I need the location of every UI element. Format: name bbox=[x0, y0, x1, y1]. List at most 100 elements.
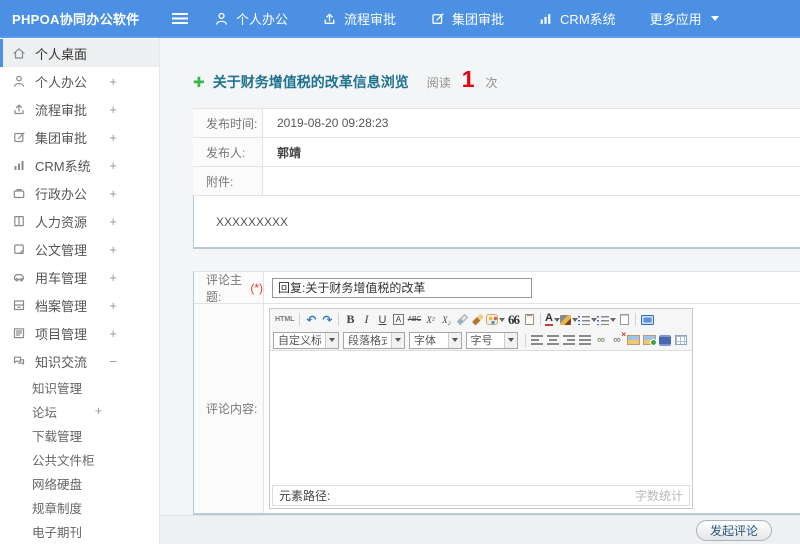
sidebar-item-group-approval[interactable]: 集团审批 + bbox=[0, 123, 159, 151]
paragraph-format-dropdown[interactable]: 段落格式 bbox=[343, 331, 405, 349]
brush-icon bbox=[472, 313, 485, 326]
nav-item-group-approval[interactable]: 集团审批 bbox=[430, 9, 504, 28]
ordered-list-button[interactable] bbox=[578, 312, 598, 328]
align-right-icon bbox=[563, 335, 575, 345]
submit-comment-button[interactable]: 发起评论 bbox=[695, 519, 772, 541]
sidebar-item-label: 流程审批 bbox=[35, 102, 88, 118]
nav-item-crm[interactable]: CRM系统 bbox=[538, 9, 616, 28]
insert-table-button[interactable] bbox=[673, 332, 689, 348]
project-icon bbox=[13, 328, 25, 339]
read-unit: 次 bbox=[485, 76, 498, 90]
unordered-list-button[interactable] bbox=[597, 312, 617, 328]
remove-link-button[interactable] bbox=[609, 330, 626, 348]
html-source-button[interactable]: HTML bbox=[273, 312, 296, 328]
comment-subject-input[interactable] bbox=[272, 277, 532, 298]
marker-icon bbox=[560, 314, 572, 325]
nav-item-personal-office[interactable]: 个人办公 bbox=[214, 9, 288, 28]
highlight-color-button[interactable] bbox=[560, 312, 579, 328]
expand-mark[interactable]: + bbox=[109, 158, 117, 173]
expand-mark[interactable]: + bbox=[109, 130, 117, 145]
emoticon-palette-button[interactable] bbox=[486, 312, 506, 328]
expand-mark[interactable]: + bbox=[109, 102, 117, 117]
format-brush-button[interactable] bbox=[470, 312, 486, 328]
top-nav: 个人办公 流程审批 集团审批 CRM系统 更多应用 bbox=[214, 9, 719, 28]
sidebar-item-label: 项目管理 bbox=[35, 326, 88, 342]
sidebar-subitem-e-journal[interactable]: 电子期刊 bbox=[0, 519, 159, 543]
sidebar-item-knowledge-exchange[interactable]: 知识交流 − bbox=[0, 347, 159, 375]
expand-mark[interactable]: + bbox=[109, 74, 117, 89]
sidebar-item-vehicle-mgmt[interactable]: 用车管理 + bbox=[0, 263, 159, 291]
expand-mark[interactable]: + bbox=[109, 326, 117, 341]
italic-button[interactable]: I bbox=[358, 312, 374, 328]
edit-square-icon bbox=[432, 12, 444, 24]
sidebar-item-hr[interactable]: 人力资源 + bbox=[0, 207, 159, 235]
align-center-icon bbox=[547, 335, 559, 345]
sidebar-item-archive-mgmt[interactable]: 档案管理 + bbox=[0, 291, 159, 319]
strikethrough-button[interactable]: ABC bbox=[406, 312, 422, 328]
new-page-button[interactable] bbox=[616, 312, 632, 328]
sidebar-item-desktop[interactable]: 个人桌面 bbox=[0, 39, 159, 67]
insert-media-button[interactable] bbox=[657, 332, 673, 348]
align-center-button[interactable] bbox=[545, 332, 561, 348]
rich-text-editor: HTML B I U A ABC X² bbox=[269, 308, 693, 509]
sidebar-item-project-mgmt[interactable]: 项目管理 + bbox=[0, 319, 159, 347]
comment-subject-row: 评论主题: (*) bbox=[194, 272, 800, 304]
bold-button[interactable]: B bbox=[342, 312, 358, 328]
sidebar-item-workflow-approval[interactable]: 流程审批 + bbox=[0, 95, 159, 123]
nav-label: CRM系统 bbox=[560, 11, 616, 27]
word-count-label[interactable]: 字数统计 bbox=[635, 487, 683, 504]
nav-item-more-apps[interactable]: 更多应用 bbox=[650, 9, 719, 28]
hamburger-menu-icon[interactable] bbox=[172, 12, 188, 24]
caret-down-icon bbox=[504, 332, 517, 348]
expand-mark[interactable]: + bbox=[109, 242, 117, 257]
nav-item-workflow-approval[interactable]: 流程审批 bbox=[322, 9, 396, 28]
sidebar-item-personal-office[interactable]: 个人办公 + bbox=[0, 67, 159, 95]
top-header: PHPOA协同办公软件 个人办公 流程审批 集团审批 CRM系统 更多应用 bbox=[0, 0, 800, 38]
sidebar-item-crm[interactable]: CRM系统 + bbox=[0, 151, 159, 179]
sidebar-subitem-network-disk[interactable]: 网络硬盘 bbox=[0, 471, 159, 495]
custom-heading-dropdown[interactable]: 自定义标题 bbox=[273, 331, 339, 349]
align-left-button[interactable] bbox=[529, 332, 545, 348]
read-count: 1 bbox=[461, 66, 475, 92]
sidebar-subitem-knowledge-mgmt[interactable]: 知识管理 bbox=[0, 375, 159, 399]
toolbar-separator bbox=[540, 313, 542, 326]
article-content: XXXXXXXXX bbox=[193, 196, 800, 249]
expand-mark[interactable]: + bbox=[109, 270, 117, 285]
align-justify-button[interactable] bbox=[577, 332, 593, 348]
comment-subject-cell bbox=[264, 272, 800, 303]
superscript-button[interactable]: X² bbox=[422, 312, 438, 328]
sidebar-subitem-download-mgmt[interactable]: 下载管理 bbox=[0, 423, 159, 447]
redo-button[interactable] bbox=[319, 312, 335, 328]
expand-mark[interactable]: + bbox=[109, 186, 117, 201]
insert-link-button[interactable] bbox=[593, 332, 609, 348]
align-right-button[interactable] bbox=[561, 332, 577, 348]
blockquote-button[interactable]: 66 bbox=[505, 312, 521, 328]
eraser-button[interactable] bbox=[454, 312, 470, 328]
font-color-button[interactable]: A bbox=[544, 312, 560, 328]
fullscreen-button[interactable] bbox=[639, 312, 655, 328]
sidebar-item-document-mgmt[interactable]: 公文管理 + bbox=[0, 235, 159, 263]
sidebar-subitem-public-file-cabinet[interactable]: 公共文件柜 bbox=[0, 447, 159, 471]
collapse-mark[interactable]: − bbox=[109, 354, 117, 369]
article-title-row: ✚ 关于财务增值税的改革信息浏览 阅读 1 次 bbox=[193, 66, 800, 94]
upload-image-button[interactable] bbox=[641, 332, 657, 348]
remove-format-button[interactable]: A bbox=[390, 312, 406, 328]
eraser-icon bbox=[456, 313, 469, 326]
sidebar-item-label: 个人办公 bbox=[35, 74, 88, 90]
sidebar-subitem-forum[interactable]: 论坛 + bbox=[0, 399, 159, 423]
undo-button[interactable] bbox=[303, 312, 319, 328]
dropdown-label: 字号 bbox=[470, 335, 493, 347]
sidebar-subitem-rules[interactable]: 规章制度 bbox=[0, 495, 159, 519]
editor-content-area[interactable] bbox=[270, 351, 692, 485]
editor-toolbar-row2: 自定义标题 段落格式 字体 字号 bbox=[270, 330, 692, 351]
font-size-dropdown[interactable]: 字号 bbox=[465, 331, 518, 349]
expand-mark[interactable]: + bbox=[109, 298, 117, 313]
underline-button[interactable]: U bbox=[374, 312, 390, 328]
expand-mark[interactable]: + bbox=[95, 404, 102, 418]
paste-button[interactable] bbox=[521, 312, 537, 328]
font-family-dropdown[interactable]: 字体 bbox=[409, 331, 462, 349]
sidebar-item-admin-office[interactable]: 行政办公 + bbox=[0, 179, 159, 207]
expand-mark[interactable]: + bbox=[109, 214, 117, 229]
insert-image-button[interactable] bbox=[625, 332, 641, 348]
subscript-button[interactable]: X₂ bbox=[438, 312, 454, 328]
